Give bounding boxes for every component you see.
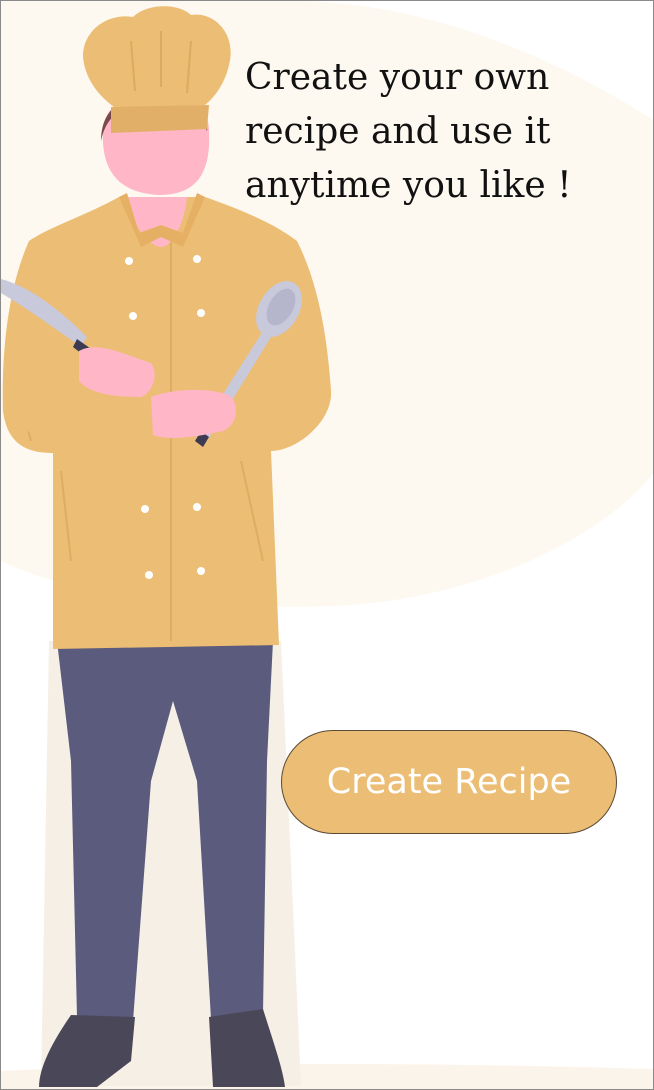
headline-text: Create your own recipe and use it anytim…	[245, 57, 572, 206]
create-recipe-button[interactable]: Create Recipe	[281, 730, 617, 834]
screen: Create your own recipe and use it anytim…	[0, 0, 654, 1090]
chef-hat	[83, 6, 231, 133]
